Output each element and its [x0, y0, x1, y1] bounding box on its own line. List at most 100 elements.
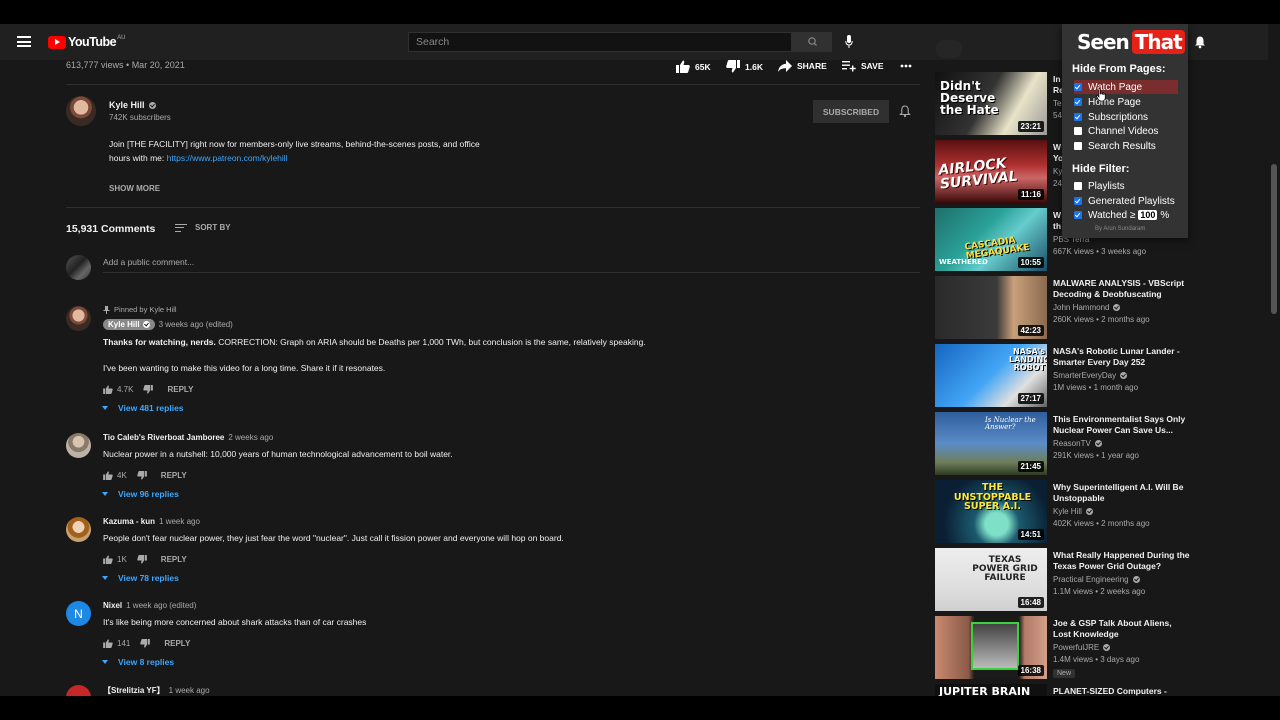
video-title[interactable]: MALWARE ANALYSIS - VBScript Decoding & D… [1053, 278, 1191, 300]
video-thumbnail[interactable]: NASA's LANDING ROBOT 27:17 [935, 344, 1047, 407]
patreon-link[interactable]: https://www.patreon.com/kylehill [167, 153, 288, 163]
scrollbar-thumb[interactable] [1271, 164, 1277, 314]
watched-percent-input[interactable]: 100 [1138, 210, 1158, 220]
channel-name[interactable]: ReasonTV [1053, 439, 1191, 448]
sort-by-button[interactable]: SORT BY [175, 223, 231, 232]
video-thumbnail[interactable]: 42:23 [935, 276, 1047, 339]
menu-icon[interactable] [17, 36, 31, 47]
channel-name[interactable]: SmarterEveryDay [1053, 371, 1191, 380]
page-scrollbar[interactable] [1268, 24, 1280, 696]
comment-text: Thanks for watching, nerds. CORRECTION: … [103, 336, 923, 349]
video-title[interactable]: What Really Happened During the Texas Po… [1053, 550, 1191, 572]
video-thumbnail[interactable]: THE UNSTOPPABLE SUPER A.I. 14:51 [935, 480, 1047, 543]
comment-author[interactable]: Kazuma - kun [103, 517, 155, 526]
video-thumbnail[interactable]: AIRLOCK SURVIVAL 11:16 [935, 140, 1047, 203]
video-thumbnail[interactable]: CASCADIA MEGAQUAKE WEATHERED 10:55 [935, 208, 1047, 271]
notifications-bell-icon[interactable] [1193, 35, 1207, 49]
checkbox-unchecked[interactable] [1074, 142, 1082, 150]
checkbox-checked[interactable] [1074, 211, 1082, 219]
thumbs-up-icon[interactable] [103, 385, 113, 394]
comment-time[interactable]: 3 weeks ago (edited) [159, 320, 233, 329]
option-home-page[interactable]: Home Page [1074, 95, 1178, 109]
checkbox-checked[interactable] [1074, 197, 1082, 205]
youtube-logo[interactable]: YouTube AU [48, 35, 125, 49]
comment-avatar[interactable] [66, 685, 91, 696]
comment-time[interactable]: 2 weeks ago [228, 433, 273, 442]
channel-avatar[interactable] [66, 96, 96, 126]
video-thumbnail[interactable]: 16:38 [935, 616, 1047, 679]
view-replies-button[interactable]: View 8 replies [102, 657, 923, 667]
comment-author[interactable]: Kyle Hill [103, 319, 155, 330]
recommendation-item[interactable]: TEXAS POWER GRID FAILURE 16:48 What Real… [935, 548, 1195, 612]
thumbs-up-icon[interactable] [103, 471, 113, 480]
thumbs-down-icon[interactable] [143, 385, 154, 394]
search-input[interactable]: Search [408, 32, 792, 52]
comment-avatar[interactable]: N [66, 601, 91, 626]
checkbox-unchecked[interactable] [1074, 127, 1082, 135]
view-replies-button[interactable]: View 481 replies [102, 403, 923, 413]
thumbs-down-icon[interactable] [137, 471, 147, 480]
recommendation-item[interactable]: 16:38 Joe & GSP Talk About Aliens, Lost … [935, 616, 1195, 680]
reply-button[interactable]: REPLY [161, 471, 187, 480]
channel-name[interactable]: Practical Engineering [1053, 575, 1191, 584]
video-title[interactable]: PLANET-SIZED Computers - [1053, 686, 1191, 696]
more-actions-icon[interactable] [900, 64, 912, 68]
subscribed-button[interactable]: SUBSCRIBED [813, 100, 889, 123]
comment-avatar[interactable] [66, 306, 91, 331]
view-replies-button[interactable]: View 78 replies [102, 573, 923, 583]
view-replies-button[interactable]: View 96 replies [102, 489, 923, 499]
checkbox-checked[interactable] [1074, 98, 1082, 106]
comment-author[interactable]: Tio Caleb's Riverboat Jamboree [103, 433, 224, 442]
video-title[interactable]: This Environmentalist Says Only Nuclear … [1053, 414, 1191, 436]
recommendation-item[interactable]: NASA's LANDING ROBOT 27:17 NASA's Roboti… [935, 344, 1195, 408]
thumbs-down-icon[interactable] [140, 639, 151, 648]
channel-name[interactable]: John Hammond [1053, 303, 1191, 312]
add-comment-input[interactable]: Add a public comment... [103, 257, 920, 273]
video-title[interactable]: Why Superintelligent A.I. Will Be Unstop… [1053, 482, 1191, 504]
reply-button[interactable]: REPLY [161, 555, 187, 564]
comment-avatar[interactable] [66, 517, 91, 542]
recommendation-item[interactable]: JUPITER BRAIN PLANET-SIZED Computers - [935, 684, 1195, 696]
checkbox-unchecked[interactable] [1074, 182, 1082, 190]
thumbs-up-icon[interactable] [103, 555, 113, 564]
thumbs-up-icon[interactable] [103, 639, 113, 648]
comment-author[interactable]: Nixel [103, 601, 122, 610]
microphone-icon[interactable] [845, 35, 853, 49]
option-subscriptions[interactable]: Subscriptions [1074, 110, 1178, 124]
channel-name[interactable]: PowerfulJRE [1053, 643, 1191, 652]
recommendation-item[interactable]: THE UNSTOPPABLE SUPER A.I. 14:51 Why Sup… [935, 480, 1195, 544]
channel-name[interactable]: Kyle Hill [1053, 507, 1191, 516]
option-generated-playlists[interactable]: Generated Playlists [1074, 194, 1178, 208]
comment-time[interactable]: 1 week ago [159, 517, 200, 526]
option-search-results[interactable]: Search Results [1074, 139, 1178, 153]
video-thumbnail[interactable]: TEXAS POWER GRID FAILURE 16:48 [935, 548, 1047, 611]
video-title[interactable]: NASA's Robotic Lunar Lander - Smarter Ev… [1053, 346, 1191, 368]
video-thumbnail[interactable]: JUPITER BRAIN [935, 684, 1047, 696]
video-thumbnail[interactable]: Is Nuclear the Answer? 21:45 [935, 412, 1047, 475]
option-playlists[interactable]: Playlists [1074, 179, 1178, 193]
like-button[interactable]: 65K [676, 60, 711, 73]
recommendation-item[interactable]: Is Nuclear the Answer? 21:45 This Enviro… [935, 412, 1195, 476]
recommendation-item[interactable]: 42:23 MALWARE ANALYSIS - VBScript Decodi… [935, 276, 1195, 340]
video-thumbnail[interactable]: Didn't Deserve the Hate 23:21 [935, 72, 1047, 135]
comment-avatar[interactable] [66, 433, 91, 458]
option-channel-videos[interactable]: Channel Videos [1074, 124, 1178, 138]
option-watched-threshold[interactable]: Watched ≥ 100 % [1074, 208, 1178, 222]
option-watch-page[interactable]: Watch Page [1074, 80, 1178, 94]
share-button[interactable]: SHARE [778, 60, 827, 72]
notification-bell-icon[interactable] [899, 105, 911, 118]
thumbs-down-icon[interactable] [137, 555, 147, 564]
reply-button[interactable]: REPLY [164, 639, 190, 648]
channel-name[interactable]: Kyle Hill [109, 100, 156, 110]
comment-time[interactable]: 1 week ago [169, 686, 210, 695]
comment-author[interactable]: 【Strelitzia YF】 [103, 685, 165, 696]
save-button[interactable]: SAVE [842, 60, 884, 72]
dislike-button[interactable]: 1.6K [726, 60, 763, 73]
reply-button[interactable]: REPLY [167, 385, 193, 394]
video-title[interactable]: Joe & GSP Talk About Aliens, Lost Knowle… [1053, 618, 1191, 640]
comment-time[interactable]: 1 week ago (edited) [126, 601, 196, 610]
show-more-button[interactable]: SHOW MORE [109, 184, 160, 193]
checkbox-checked[interactable] [1074, 83, 1082, 91]
checkbox-checked[interactable] [1074, 113, 1082, 121]
search-button[interactable] [792, 32, 832, 52]
